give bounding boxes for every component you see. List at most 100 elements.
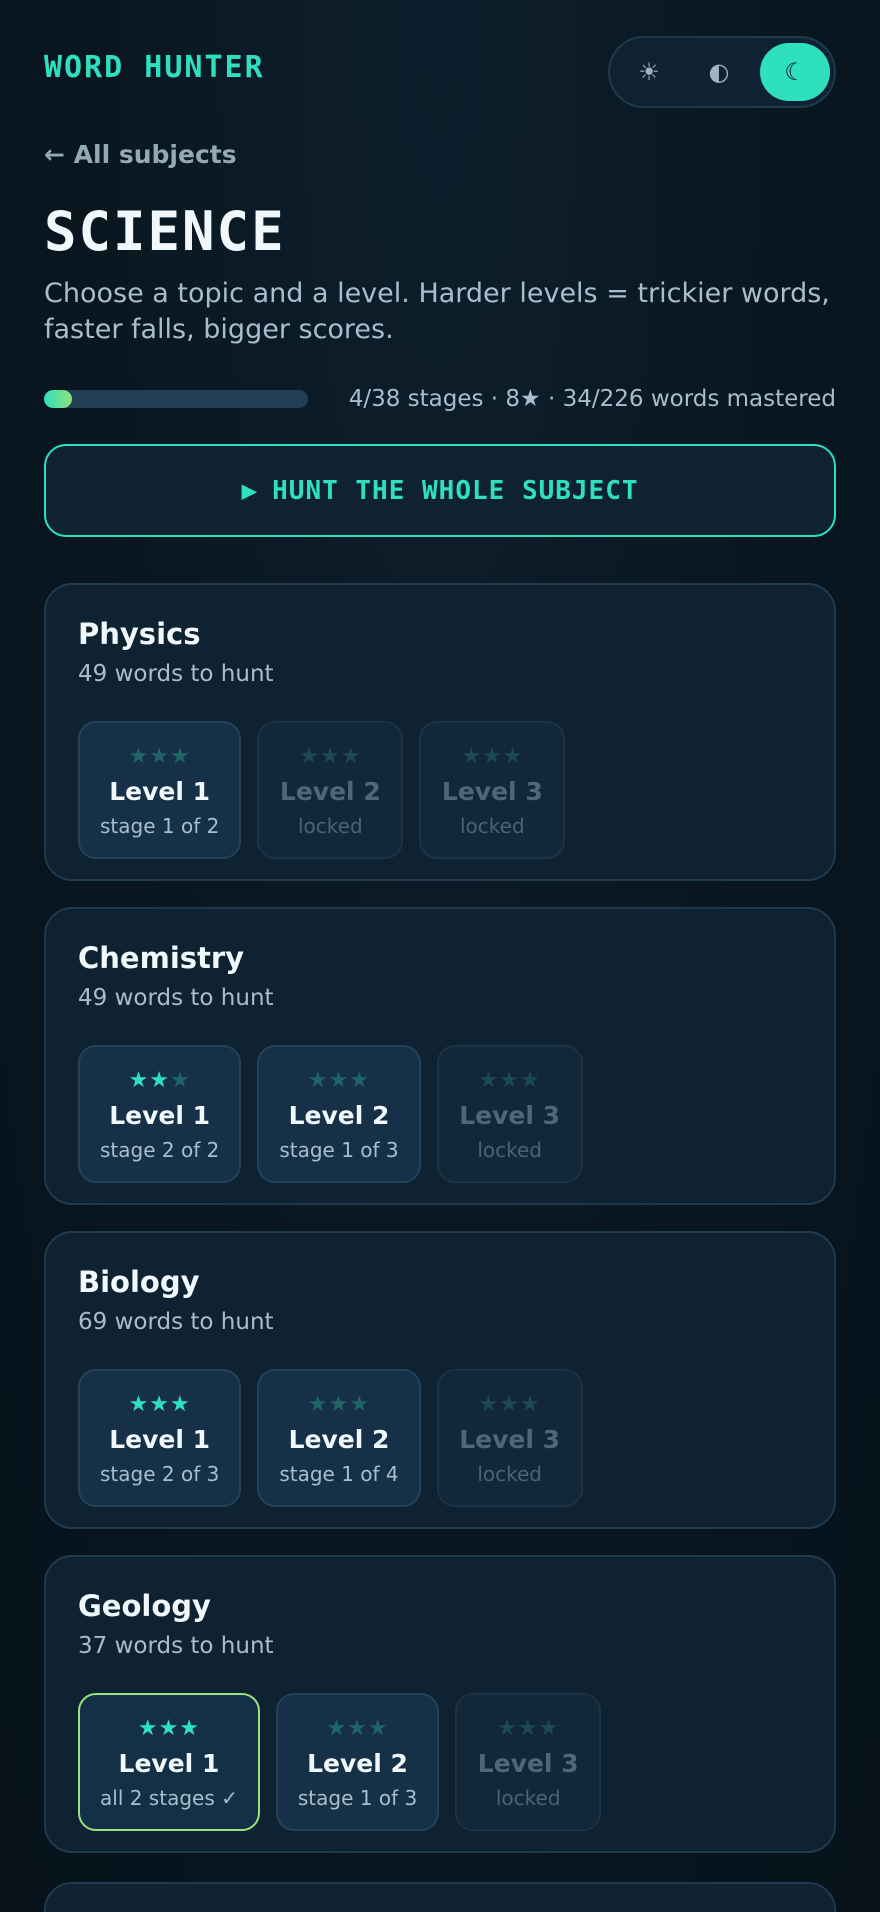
back-to-subjects-link[interactable]: ← All subjects — [44, 140, 237, 169]
level-title: Level 3 — [441, 776, 543, 806]
level-card-2[interactable]: ★★★ Level 2 stage 1 of 3 — [275, 1693, 440, 1831]
star-icon: ★ — [299, 743, 320, 769]
level-card-1[interactable]: ★★★ Level 1 stage 2 of 2 — [78, 1045, 242, 1183]
level-list: ★★★ Level 1 all 2 stages ✓ ★★★ Level 2 stage … — [78, 1693, 802, 1831]
level-card-3: ★★★ Level 3 locked — [436, 1045, 583, 1183]
level-card-2[interactable]: ★★★ Level 2 stage 1 of 4 — [257, 1369, 421, 1507]
star-icon: ★ — [158, 1715, 180, 1741]
level-status: stage 1 of 3 — [279, 1137, 399, 1162]
moon-icon[interactable]: ☾ — [760, 43, 830, 101]
level-status: stage 1 of 2 — [100, 813, 220, 838]
level-status: stage 1 of 3 — [297, 1785, 418, 1810]
star-icon: ★ — [128, 1067, 150, 1093]
star-rating-icon: ★★★ — [461, 743, 523, 771]
star-icon: ★ — [349, 1391, 371, 1417]
level-list: ★★★ Level 1 stage 2 of 3 ★★★ Level 2 stage 1 … — [78, 1369, 802, 1507]
star-icon: ★ — [517, 1715, 539, 1741]
sun-icon[interactable]: ☀ — [614, 43, 684, 101]
level-title: Level 2 — [288, 1424, 390, 1454]
progress-bar-fill — [44, 390, 72, 408]
topic-word-count: 69 words to hunt — [78, 1309, 274, 1335]
progress-bar — [44, 390, 308, 408]
topic-list: Physics 49 words to hunt ★★★ Level 1 stage 1… — [44, 583, 836, 1879]
level-card-3: ★★★ Level 3 locked — [419, 721, 566, 859]
topic-card-physics: Physics 49 words to hunt ★★★ Level 1 stage 1… — [44, 583, 836, 881]
topic-card-biology: Biology 69 words to hunt ★★★ Level 1 stage 2… — [44, 1231, 836, 1529]
level-card-1[interactable]: ★★★ Level 1 stage 2 of 3 — [78, 1369, 242, 1507]
star-icon: ★ — [497, 1715, 518, 1741]
star-rating-icon: ★★★ — [308, 1067, 370, 1095]
play-icon: ▶ — [241, 475, 259, 506]
topic-name: Biology — [78, 1265, 200, 1299]
subject-progress: 4/38 stages · 8★ · 34/226 words mastered — [44, 384, 836, 414]
level-card-3: ★★★ Level 3 locked — [436, 1369, 583, 1507]
star-icon: ★ — [137, 1715, 159, 1741]
progress-summary: 4/38 stages · 8★ · 34/226 words mastered — [348, 386, 836, 412]
star-icon: ★ — [520, 1391, 541, 1417]
level-card-2: ★★★ Level 2 locked — [257, 721, 404, 859]
star-icon: ★ — [149, 1067, 171, 1093]
star-icon: ★ — [481, 743, 503, 769]
topic-card-chemistry: Chemistry 49 words to hunt ★★★ Level 1 stage… — [44, 907, 836, 1205]
star-rating-icon: ★★★ — [326, 1715, 388, 1743]
level-card-2[interactable]: ★★★ Level 2 stage 1 of 3 — [257, 1045, 421, 1183]
level-status: all 2 stages ✓ — [100, 1785, 238, 1810]
topic-word-count: 49 words to hunt — [78, 661, 274, 687]
level-title: Level 1 — [118, 1748, 220, 1778]
level-status: locked — [495, 1785, 561, 1810]
topic-name: Geology — [78, 1589, 211, 1623]
star-icon: ★ — [128, 1391, 150, 1417]
hunt-whole-subject-label: HUNT THE WHOLE SUBJECT — [272, 475, 639, 506]
star-icon: ★ — [349, 1067, 371, 1093]
level-status: locked — [477, 1461, 542, 1486]
star-rating-icon: ★★★ — [129, 1067, 191, 1095]
star-rating-icon: ★★★ — [299, 743, 361, 771]
level-title: Level 2 — [279, 776, 381, 806]
star-icon: ★ — [347, 1715, 368, 1741]
level-card-1[interactable]: ★★★ Level 1 all 2 stages ✓ — [78, 1693, 260, 1831]
star-icon: ★ — [149, 1391, 171, 1417]
star-icon: ★ — [307, 1067, 329, 1093]
hunt-whole-subject-button[interactable]: ▶ HUNT THE WHOLE SUBJECT — [44, 444, 836, 537]
page-title: SCIENCE — [44, 200, 286, 263]
star-icon: ★ — [520, 1067, 541, 1093]
contrast-icon[interactable]: ◐ — [684, 43, 754, 101]
star-icon: ★ — [328, 1067, 350, 1093]
star-icon: ★ — [128, 743, 150, 769]
star-icon: ★ — [170, 1391, 191, 1417]
level-title: Level 2 — [288, 1100, 390, 1130]
level-title: Level 3 — [459, 1424, 561, 1454]
topic-word-count: 37 words to hunt — [78, 1633, 274, 1659]
topic-word-count: 49 words to hunt — [78, 985, 274, 1011]
star-icon: ★ — [179, 1715, 201, 1741]
level-card-1[interactable]: ★★★ Level 1 stage 1 of 2 — [78, 721, 242, 859]
level-list: ★★★ Level 1 stage 1 of 2 ★★★ Level 2 locked ★★… — [78, 721, 802, 859]
star-icon: ★ — [170, 1067, 191, 1093]
level-title: Level 3 — [459, 1100, 561, 1130]
star-rating-icon: ★★★ — [479, 1067, 541, 1095]
star-rating-icon: ★★★ — [138, 1715, 200, 1743]
star-icon: ★ — [502, 743, 524, 769]
level-status: stage 1 of 4 — [279, 1461, 399, 1486]
brand-logo[interactable]: WORD HUNTER — [44, 50, 265, 85]
page: WORD HUNTER ☀ ◐ ☾ ← All subjects SCIENCE C… — [0, 0, 880, 1912]
star-rating-icon: ★★★ — [129, 1391, 191, 1419]
star-icon: ★ — [328, 1391, 350, 1417]
topic-name: Chemistry — [78, 941, 245, 975]
level-status: stage 2 of 3 — [100, 1461, 220, 1486]
star-icon: ★ — [478, 1067, 500, 1093]
star-icon: ★ — [170, 743, 191, 769]
level-list: ★★★ Level 1 stage 2 of 2 ★★★ Level 2 stage 1 … — [78, 1045, 802, 1183]
star-icon: ★ — [499, 1067, 521, 1093]
star-icon: ★ — [340, 743, 362, 769]
level-status: locked — [297, 813, 363, 838]
star-rating-icon: ★★★ — [129, 743, 191, 771]
star-icon: ★ — [367, 1715, 389, 1741]
level-status: stage 2 of 2 — [100, 1137, 220, 1162]
star-rating-icon: ★★★ — [308, 1391, 370, 1419]
header: WORD HUNTER ☀ ◐ ☾ — [44, 0, 836, 140]
star-icon: ★ — [326, 1715, 348, 1741]
level-title: Level 1 — [109, 776, 211, 806]
theme-toggle: ☀ ◐ ☾ — [608, 36, 836, 108]
level-title: Level 3 — [477, 1748, 579, 1778]
